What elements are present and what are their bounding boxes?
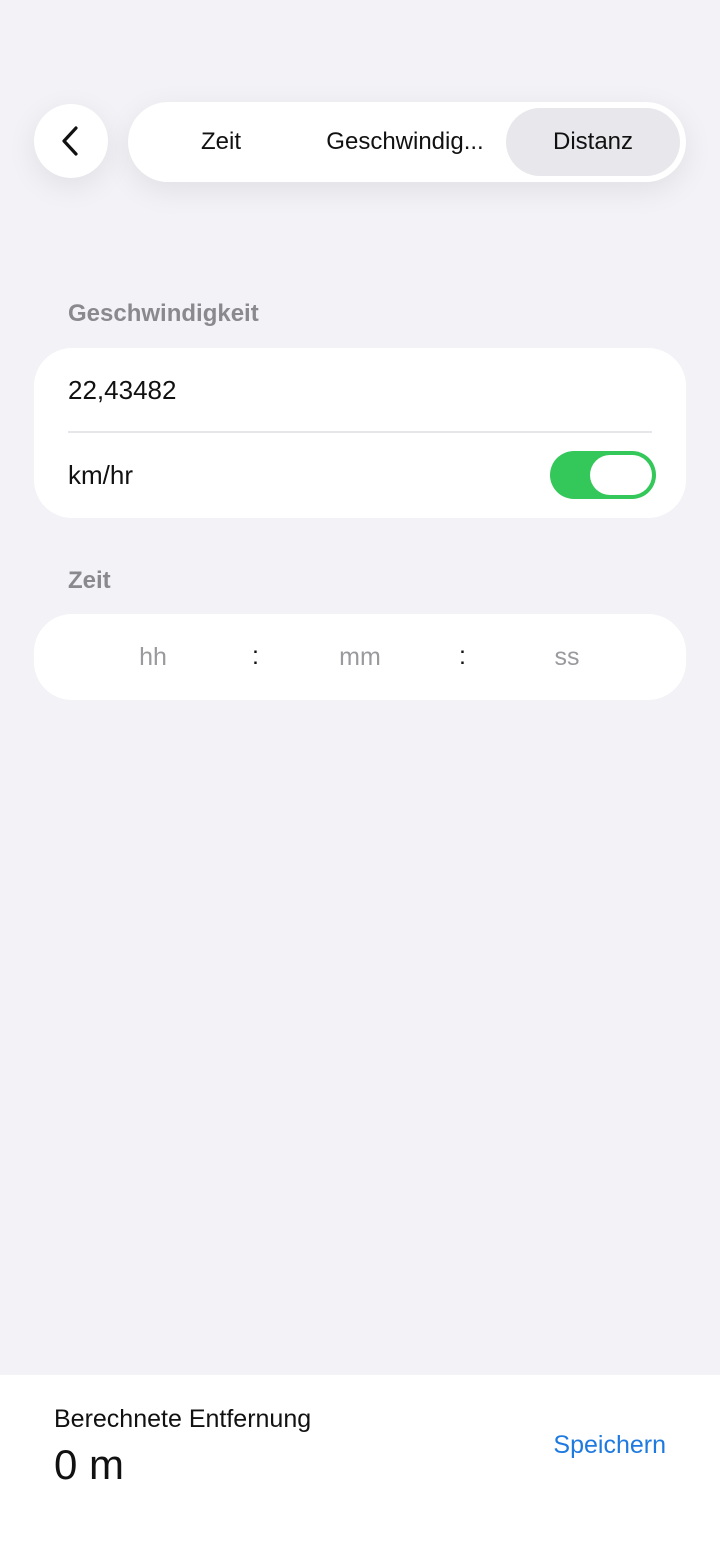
speed-unit-label: km/hr <box>68 460 133 490</box>
time-separator: : <box>252 642 259 670</box>
toggle-knob <box>590 455 652 495</box>
unit-toggle[interactable] <box>550 451 656 499</box>
minutes-input[interactable] <box>305 638 415 676</box>
time-separator: : <box>459 642 466 670</box>
tab-zeit[interactable]: Zeit <box>146 108 296 176</box>
tab-geschwindigkeit[interactable]: Geschwindig... <box>310 108 500 176</box>
result-value: 0 m <box>54 1441 125 1488</box>
speed-section-label: Geschwindigkeit <box>68 300 259 327</box>
divider <box>68 431 652 433</box>
speed-card: km/hr <box>34 348 686 518</box>
speed-input[interactable] <box>68 368 648 412</box>
save-button[interactable]: Speichern <box>553 1431 666 1460</box>
time-card: : : <box>34 614 686 700</box>
time-section-label: Zeit <box>68 567 111 594</box>
tab-distanz[interactable]: Distanz <box>506 108 680 176</box>
back-button[interactable] <box>34 104 108 178</box>
seconds-input[interactable] <box>512 638 622 676</box>
chevron-left-icon <box>62 126 78 156</box>
result-label: Berechnete Entfernung <box>54 1405 312 1433</box>
mode-segmented-control: Zeit Geschwindig... Distanz <box>128 102 686 182</box>
result-bar: Berechnete Entfernung 0 m Speichern <box>0 1375 720 1561</box>
hours-input[interactable] <box>98 638 208 676</box>
